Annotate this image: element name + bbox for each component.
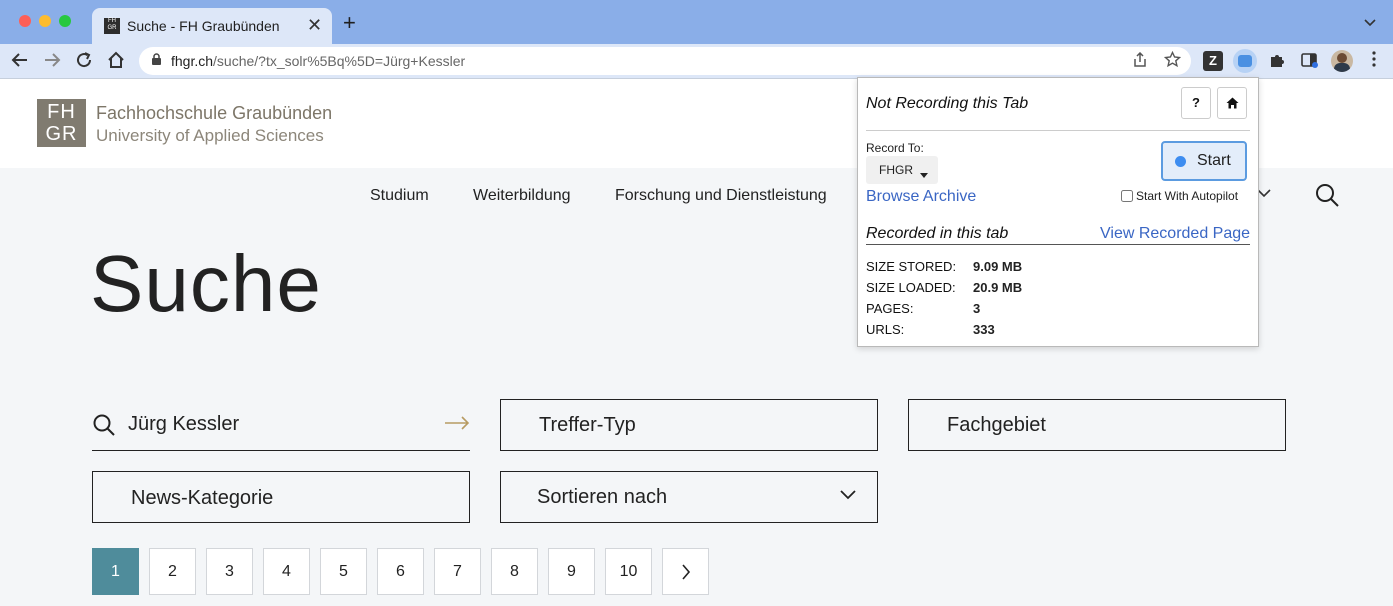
filter-news-kategorie[interactable]: News-Kategorie [92,471,470,523]
tab-title: Suche - FH Graubünden [127,18,280,34]
profile-avatar[interactable] [1331,50,1353,72]
recorded-heading: Recorded in this tab [866,225,1009,242]
browse-archive-link[interactable]: Browse Archive [866,188,976,206]
recording-status: Not Recording this Tab [866,95,1029,112]
home-button[interactable] [106,50,126,74]
new-tab-button[interactable]: + [343,12,356,34]
side-panel-icon[interactable] [1299,51,1319,71]
sort-select[interactable]: Sortieren nach [500,471,878,523]
autopilot-label: Start With Autopilot [1136,189,1239,203]
url-path: /suche/?tx_solr%5Bq%5D=Jürg+Kessler [213,53,466,69]
url-host: fhgr.ch [171,53,214,69]
minimize-window-button[interactable] [39,15,51,27]
stat-urls-value: 333 [973,322,995,337]
stat-pages-key: PAGES: [866,301,914,316]
search-input[interactable]: Jürg Kessler [92,399,470,451]
stat-size-loaded-value: 20.9 MB [973,280,1023,295]
browser-tab[interactable]: FH GR Suche - FH Graubünden ✕ [92,8,332,44]
help-button[interactable]: ? [1181,87,1211,119]
stat-urls-key: URLS: [866,322,905,337]
pagination-page-6[interactable]: 6 [377,548,424,595]
site-search-icon[interactable] [1314,182,1340,213]
record-to-label: Record To: [866,141,924,155]
pagination-page-10[interactable]: 10 [605,548,652,595]
collection-dropdown[interactable]: FHGR [866,156,938,184]
stat-pages-value: 3 [973,301,981,316]
dropdown-caret-icon [920,167,928,181]
collection-value: FHGR [879,163,913,177]
home-icon[interactable] [1217,87,1247,119]
pagination-page-8[interactable]: 8 [491,548,538,595]
close-window-button[interactable] [19,15,31,27]
archive-recorder-extension-icon[interactable] [1233,49,1257,73]
pagination-page-2[interactable]: 2 [149,548,196,595]
tab-search-chevron-icon[interactable] [1364,14,1376,30]
search-magnifier-icon [92,413,116,442]
tab-close-icon[interactable]: ✕ [307,15,322,36]
logo-mark-bottom: GR [45,123,78,145]
stat-size-stored-value: 9.09 MB [973,259,1023,274]
autopilot-checkbox-input[interactable] [1121,190,1133,202]
extensions-puzzle-icon[interactable] [1267,51,1287,71]
filter-treffer-typ-label: Treffer-Typ [539,414,636,436]
pagination-page-9[interactable]: 9 [548,548,595,595]
nav-item-weiterbildung[interactable]: Weiterbildung [473,187,571,205]
nav-item-studium[interactable]: Studium [370,187,429,205]
logo-name[interactable]: Fachhochschule Graubünden [96,103,332,124]
logo-subtitle[interactable]: University of Applied Sciences [96,126,324,146]
pagination-page-1[interactable]: 1 [92,548,139,595]
pagination-page-7[interactable]: 7 [434,548,481,595]
search-submit-arrow-icon[interactable] [444,411,470,435]
start-label: Start [1197,152,1231,169]
fhgr-logo[interactable]: FH GR [37,99,86,147]
bookmark-star-icon[interactable] [1163,50,1182,72]
nav-item-forschung[interactable]: Forschung und Dienstleistung [615,187,827,205]
view-recorded-page-link[interactable]: View Recorded Page [1100,225,1250,243]
maximize-window-button[interactable] [59,15,71,27]
autopilot-checkbox[interactable]: Start With Autopilot [1121,189,1238,203]
reload-button[interactable] [74,50,94,74]
pagination-page-5[interactable]: 5 [320,548,367,595]
zotero-extension-icon[interactable]: Z [1203,51,1223,71]
sort-chevron-down-icon [839,487,857,505]
stat-size-stored-key: SIZE STORED: [866,259,957,274]
forward-button[interactable] [42,50,62,74]
filter-news-kategorie-label: News-Kategorie [131,487,274,509]
tab-favicon-icon: FH GR [104,18,120,34]
address-bar[interactable]: fhgr.ch/suche/?tx_solr%5Bq%5D=Jürg+Kessl… [139,47,1191,75]
sort-select-label: Sortieren nach [537,486,668,508]
pagination-page-4[interactable]: 4 [263,548,310,595]
pagination-page-3[interactable]: 3 [206,548,253,595]
lock-icon[interactable] [151,53,162,69]
filter-fachgebiet-label: Fachgebiet [947,414,1046,436]
share-icon[interactable] [1133,51,1147,72]
filter-treffer-typ[interactable]: Treffer-Typ [500,399,878,451]
record-dot-icon [1175,156,1186,167]
pagination-next-button[interactable] [662,548,709,595]
recorder-popup: Not Recording this Tab ? Record To: FHGR… [857,77,1259,347]
filter-fachgebiet[interactable]: Fachgebiet [908,399,1286,451]
search-query-value[interactable]: Jürg Kessler [128,413,239,436]
page-title: Suche [90,239,322,328]
back-button[interactable] [10,50,30,74]
recorded-divider [866,244,1250,245]
url-text[interactable]: fhgr.ch/suche/?tx_solr%5Bq%5D=Jürg+Kessl… [171,53,465,69]
logo-mark-top: FH [47,101,76,123]
start-recording-button[interactable]: Start [1161,141,1247,181]
stat-size-loaded-key: SIZE LOADED: [866,280,956,295]
browser-menu-icon[interactable] [1364,51,1384,71]
popup-divider [866,130,1250,131]
